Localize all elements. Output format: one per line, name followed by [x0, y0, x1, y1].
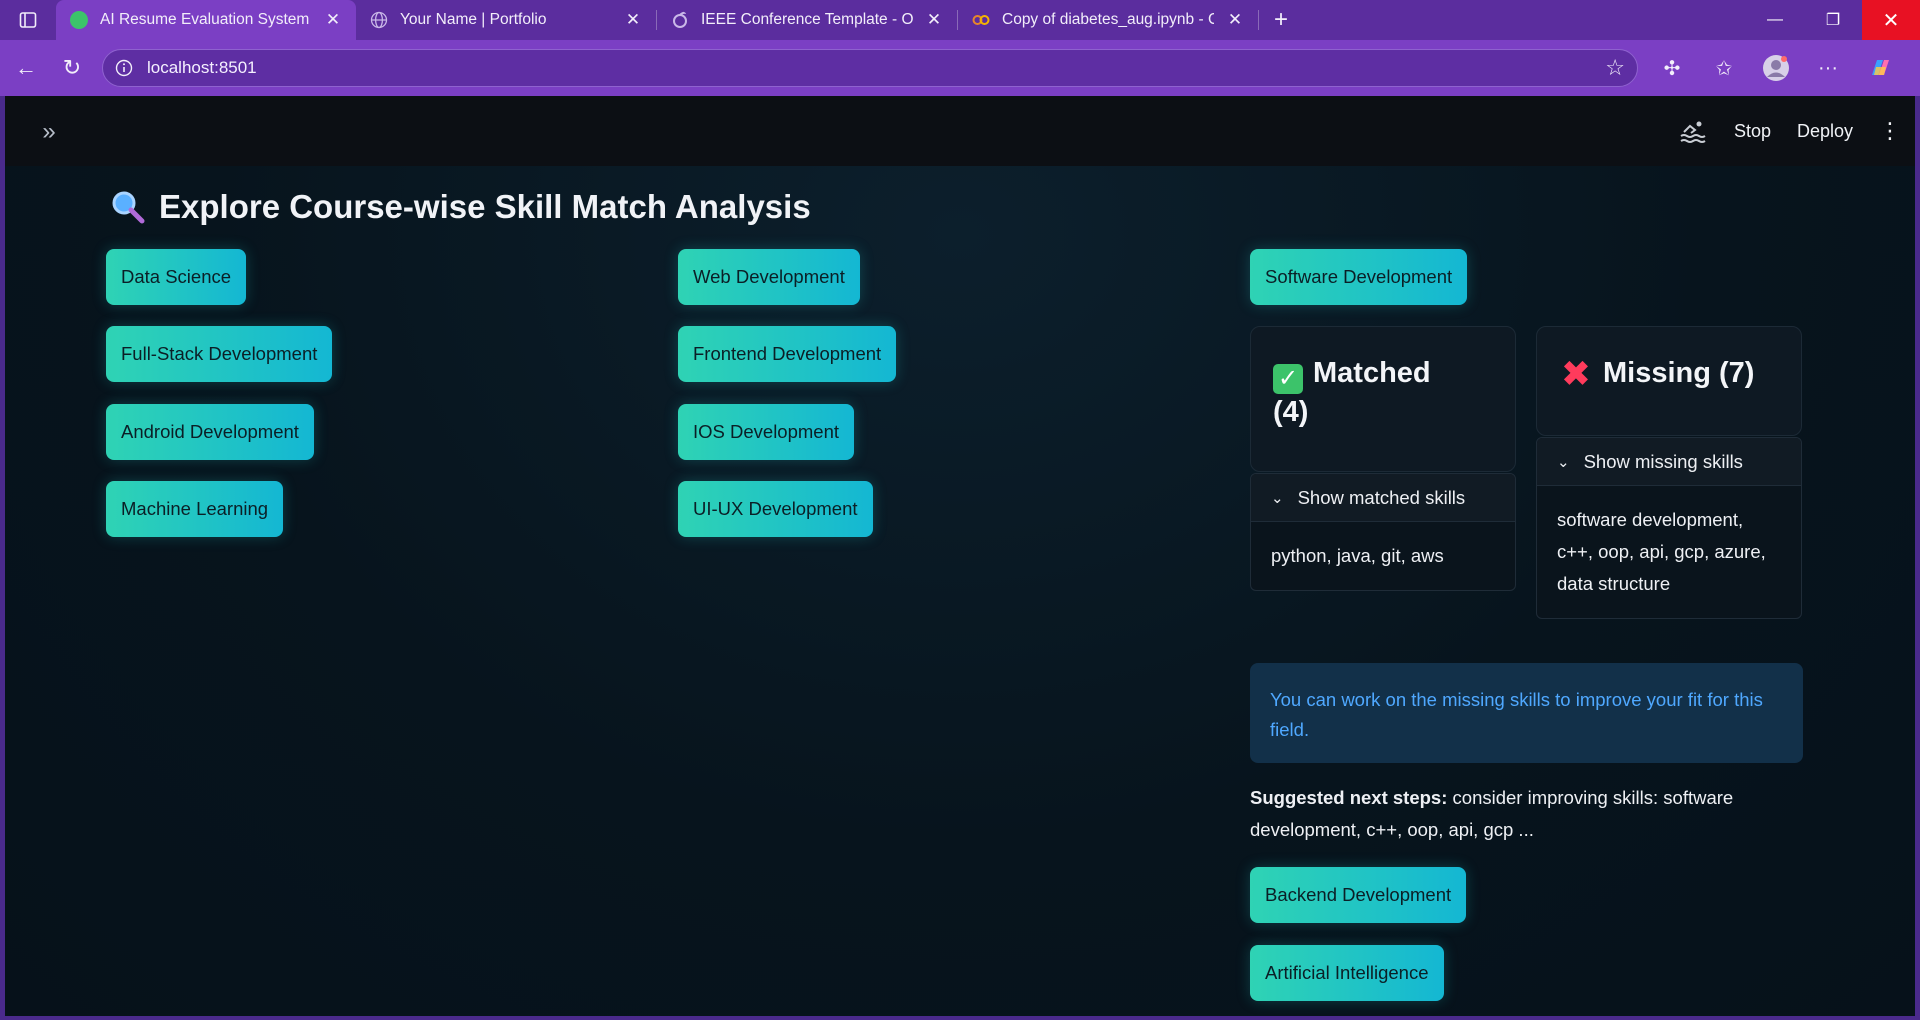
back-icon[interactable]: ← — [6, 48, 46, 88]
matched-count: (4) — [1273, 396, 1309, 428]
browser-tab-portfolio[interactable]: Your Name | Portfolio ✕ — [356, 0, 656, 40]
tab-actions-icon[interactable] — [0, 0, 56, 40]
running-swimmer-icon — [1680, 121, 1706, 143]
app-viewport: » Stop Deploy ⋮ Explore Course-wise Skil… — [5, 96, 1915, 1016]
close-tab-icon[interactable]: ✕ — [925, 10, 943, 30]
close-tab-icon[interactable]: ✕ — [324, 10, 342, 30]
matched-skills-toggle[interactable]: ⌄ Show matched skills — [1251, 474, 1515, 522]
missing-skills-expander: ⌄ Show missing skills software developme… — [1536, 437, 1802, 619]
app-header: » Stop Deploy ⋮ — [5, 96, 1915, 166]
magnifying-glass-icon — [112, 191, 145, 224]
url-text: localhost:8501 — [147, 58, 257, 77]
browser-tab-ieee[interactable]: IEEE Conference Template - Online ✕ — [657, 0, 957, 40]
copilot-icon[interactable] — [1860, 48, 1900, 88]
url-field[interactable]: localhost:8501 ☆ — [102, 49, 1638, 87]
course-button-full-stack-development[interactable]: Full-Stack Development — [106, 326, 333, 382]
colab-icon — [972, 15, 990, 25]
window-controls: — ❐ ✕ — [1746, 0, 1920, 40]
info-icon[interactable] — [115, 59, 133, 77]
close-tab-icon[interactable]: ✕ — [1226, 10, 1244, 30]
stop-button[interactable]: Stop — [1734, 121, 1771, 142]
tab-title: Copy of diabetes_aug.ipynb - Colab — [1002, 11, 1214, 28]
course-button-software-development[interactable]: Software Development — [1250, 249, 1468, 305]
globe-icon — [370, 11, 388, 29]
tab-title: AI Resume Evaluation System — [100, 11, 310, 28]
overleaf-icon — [673, 11, 687, 28]
missing-skills-toggle[interactable]: ⌄ Show missing skills — [1537, 438, 1801, 486]
browser-tab-bar: AI Resume Evaluation System ✕ Your Name … — [0, 0, 1920, 40]
course-button-data-science[interactable]: Data Science — [106, 249, 247, 305]
check-mark-icon: ✓ — [1273, 364, 1303, 394]
missing-metric: ✖ Missing (7) — [1536, 326, 1802, 436]
course-button-ios-development[interactable]: IOS Development — [678, 404, 855, 460]
new-tab-icon[interactable]: + — [1259, 0, 1303, 40]
refresh-icon[interactable]: ↻ — [52, 48, 92, 88]
course-button-artificial-intelligence[interactable]: Artificial Intelligence — [1250, 945, 1444, 1001]
matched-skills-expander: ⌄ Show matched skills python, java, git,… — [1250, 473, 1516, 591]
course-button-ui-ux-development[interactable]: UI-UX Development — [678, 481, 873, 537]
course-button-frontend-development[interactable]: Frontend Development — [678, 326, 897, 382]
matched-skills-toggle-label: Show matched skills — [1297, 486, 1466, 508]
missing-label: Missing (7) — [1603, 357, 1755, 389]
extensions-icon[interactable]: ✣ — [1652, 48, 1692, 88]
chevron-down-icon: ⌄ — [1271, 489, 1284, 507]
browser-tab-colab[interactable]: Copy of diabetes_aug.ipynb - Colab ✕ — [958, 0, 1258, 40]
browser-address-bar: ← ↻ localhost:8501 ☆ ✣ ✩ ··· — [0, 40, 1920, 96]
next-steps-label: Suggested next steps: — [1250, 787, 1448, 808]
more-options-icon[interactable]: ··· — [1808, 48, 1848, 88]
matched-label: Matched — [1313, 357, 1431, 389]
streamlit-favicon-icon — [70, 11, 88, 29]
course-button-backend-development[interactable]: Backend Development — [1250, 867, 1467, 923]
matched-skills-list: python, java, git, aws — [1271, 545, 1444, 566]
course-button-machine-learning[interactable]: Machine Learning — [106, 481, 284, 537]
expand-sidebar-icon[interactable]: » — [35, 118, 63, 146]
missing-skills-toggle-label: Show missing skills — [1583, 450, 1743, 472]
info-alert: You can work on the missing skills to im… — [1250, 663, 1803, 763]
close-window-icon[interactable]: ✕ — [1862, 0, 1920, 40]
missing-skills-list: software development, c++, oop, api, gcp… — [1557, 509, 1766, 594]
close-tab-icon[interactable]: ✕ — [624, 10, 642, 30]
suggested-next-steps: Suggested next steps: consider improving… — [1250, 782, 1803, 846]
restore-icon[interactable]: ❐ — [1804, 0, 1862, 40]
course-button-android-development[interactable]: Android Development — [106, 404, 314, 460]
browser-tab-resume[interactable]: AI Resume Evaluation System ✕ — [56, 0, 356, 40]
cross-mark-icon: ✖ — [1560, 353, 1592, 394]
main-menu-icon[interactable]: ⋮ — [1879, 118, 1901, 144]
matched-metric: ✓ Matched (4) — [1250, 326, 1516, 472]
chevron-down-icon: ⌄ — [1557, 453, 1570, 471]
course-button-web-development[interactable]: Web Development — [678, 249, 860, 305]
minimize-icon[interactable]: — — [1746, 0, 1804, 40]
profile-avatar-icon[interactable] — [1756, 48, 1796, 88]
favorite-star-icon[interactable]: ☆ — [1605, 55, 1625, 81]
tab-title: IEEE Conference Template - Online — [701, 11, 913, 28]
favorites-icon[interactable]: ✩ — [1704, 48, 1744, 88]
tab-title: Your Name | Portfolio — [400, 11, 547, 28]
page-title-text: Explore Course-wise Skill Match Analysis — [159, 188, 811, 225]
page-title: Explore Course-wise Skill Match Analysis — [111, 188, 811, 226]
deploy-button[interactable]: Deploy — [1797, 121, 1853, 142]
